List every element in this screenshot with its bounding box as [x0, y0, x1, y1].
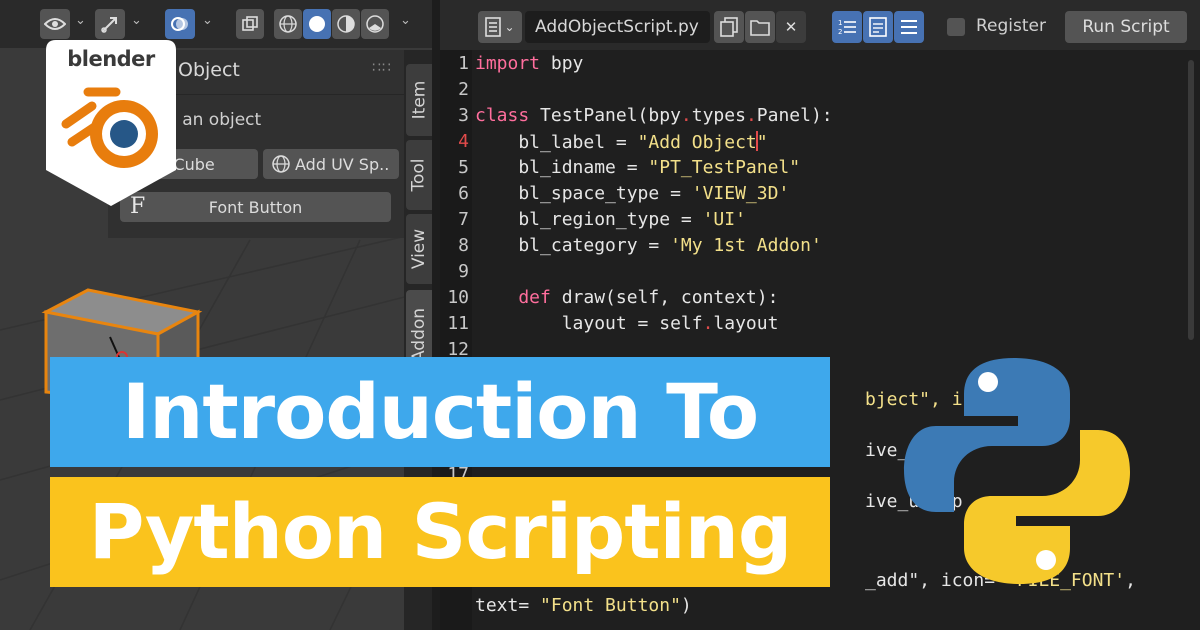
transform-icon[interactable] [95, 9, 125, 39]
line-number-current: 4 [458, 131, 469, 152]
blender-logo-icon [61, 87, 158, 168]
tab-item[interactable]: Item [406, 64, 432, 136]
code-line: class TestPanel(bpy.types.Panel): [475, 105, 833, 126]
text-editor-icon[interactable]: ⌄ [478, 11, 522, 43]
font-button-label: Font Button [208, 197, 303, 217]
code-line: bl_region_type = 'UI' [475, 209, 746, 230]
title-text-line-2: Python Scripting [88, 487, 792, 576]
line-numbers-icon[interactable]: 12 [832, 11, 862, 43]
close-icon[interactable]: ✕ [776, 11, 806, 43]
chevron-down-icon[interactable]: ⌄ [400, 13, 411, 28]
add-uv-sphere-button[interactable]: Add UV Sp.. [263, 149, 399, 179]
title-banner-line-1: Introduction To [50, 357, 830, 467]
chevron-down-icon[interactable]: ⌄ [202, 13, 213, 28]
solid-shading-icon[interactable] [303, 9, 331, 39]
chevron-down-icon: ⌄ [504, 20, 515, 34]
line-number: 2 [458, 79, 469, 100]
editor-scrollbar[interactable] [1188, 60, 1194, 340]
overlay-icon[interactable] [165, 9, 195, 39]
eye-icon[interactable] [40, 9, 70, 39]
code-line: layout = self.layout [475, 313, 779, 334]
line-number: 6 [458, 183, 469, 204]
chevron-down-icon[interactable]: ⌄ [131, 13, 142, 28]
line-number: 9 [458, 261, 469, 282]
panel-label: d an object [166, 110, 262, 130]
drag-handle-icon[interactable]: ∷∷ [372, 60, 392, 76]
add-uv-sphere-label: Add UV Sp.. [295, 154, 390, 174]
blender-wordmark: blender [67, 47, 155, 71]
panel-title: Object [178, 59, 240, 81]
code-line: text= "Font Button") [475, 595, 692, 616]
line-number: 8 [458, 235, 469, 256]
open-file-icon[interactable] [745, 11, 775, 43]
line-number: 3 [458, 105, 469, 126]
code-line: import bpy [475, 53, 584, 74]
material-shading-icon[interactable] [332, 9, 360, 39]
code-line: bl_idname = "PT_TestPanel" [475, 157, 801, 178]
line-number: 10 [447, 287, 469, 308]
code-line: def draw(self, context): [475, 287, 779, 308]
line-number: 11 [447, 313, 469, 334]
new-text-icon[interactable] [714, 11, 744, 43]
title-text-line-1: Introduction To [121, 367, 759, 456]
wireframe-shading-icon[interactable] [274, 9, 302, 39]
file-name-field[interactable]: AddObjectScript.py [525, 11, 710, 43]
xray-icon[interactable] [236, 9, 264, 39]
globe-icon [272, 155, 290, 173]
line-number: 5 [458, 157, 469, 178]
syntax-highlight-icon[interactable] [894, 11, 924, 43]
python-logo-icon [904, 358, 1130, 584]
code-line: bl_category = 'My 1st Addon' [475, 235, 822, 256]
line-number: 7 [458, 209, 469, 230]
svg-text:1: 1 [838, 19, 842, 27]
blender-badge: blender [46, 40, 176, 206]
register-checkbox[interactable] [947, 18, 965, 36]
line-number: 1 [458, 53, 469, 74]
register-label: Register [976, 16, 1046, 36]
chevron-down-icon[interactable]: ⌄ [75, 13, 86, 28]
tab-view[interactable]: View [406, 214, 432, 284]
code-line: bl_space_type = 'VIEW_3D' [475, 183, 790, 204]
svg-text:2: 2 [838, 28, 842, 36]
editor-header: ⌄ AddObjectScript.py ✕ 12 Register Run S… [440, 0, 1200, 50]
title-banner-line-2: Python Scripting [50, 477, 830, 587]
rendered-shading-icon[interactable] [361, 9, 389, 39]
word-wrap-icon[interactable] [863, 11, 893, 43]
run-script-button[interactable]: Run Script [1065, 11, 1187, 43]
code-line: bl_label = "Add Object" [475, 131, 768, 153]
tab-tool[interactable]: Tool [406, 140, 432, 210]
